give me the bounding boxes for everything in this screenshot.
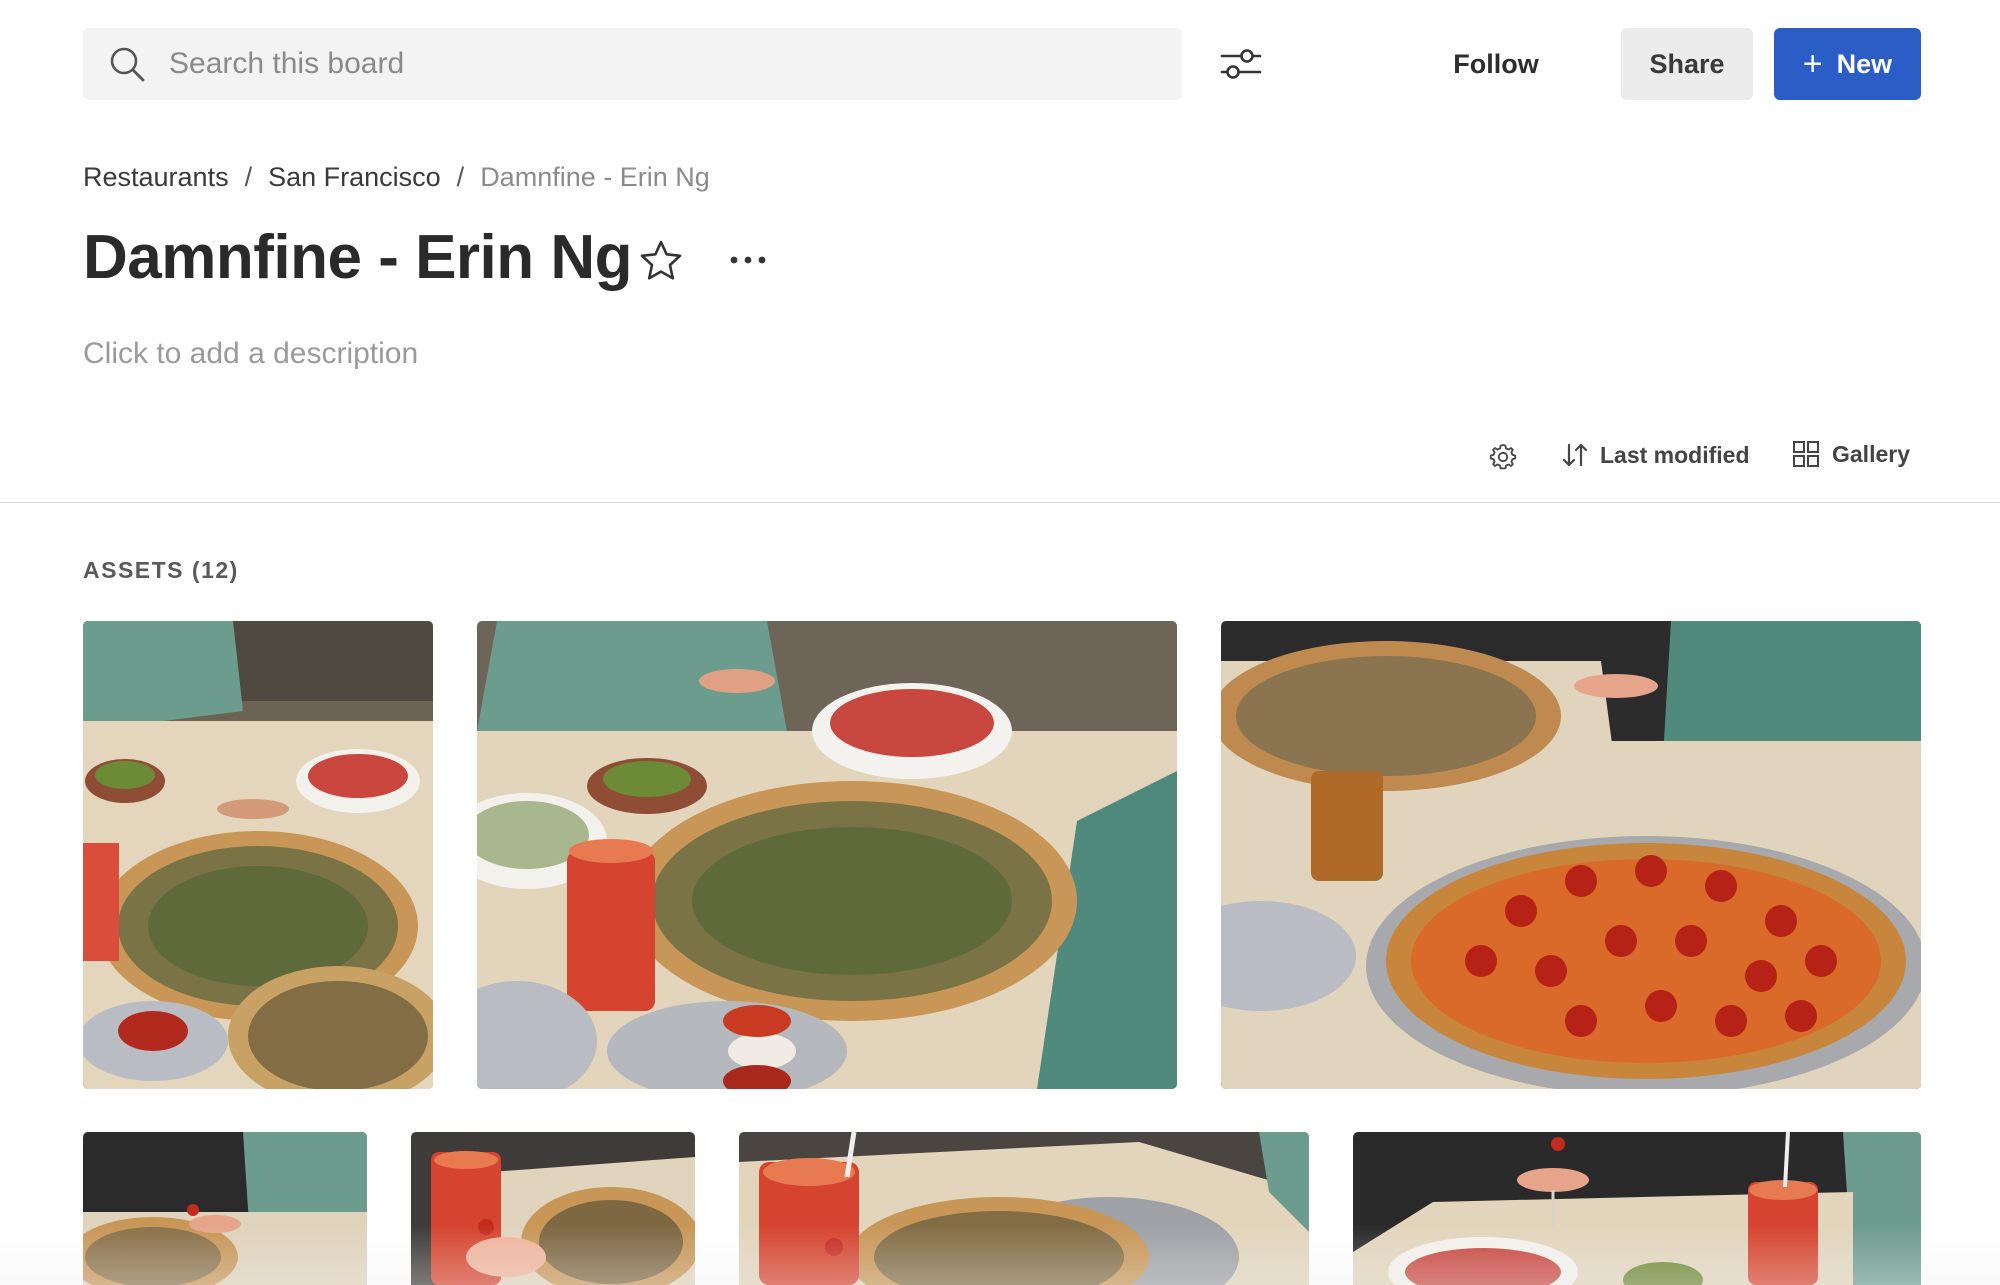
- more-dots-icon[interactable]: [726, 240, 770, 280]
- asset-thumbnail[interactable]: [477, 621, 1177, 1089]
- pepperoni-pizza-table-image: [1221, 621, 1921, 1089]
- pizza-cocktail-chair-image: [83, 1132, 367, 1285]
- share-button[interactable]: Share: [1621, 28, 1753, 100]
- breadcrumb-item-restaurants[interactable]: Restaurants: [83, 162, 229, 193]
- breadcrumb-current: Damnfine - Erin Ng: [480, 162, 710, 192]
- sort-arrows-icon: [1562, 443, 1588, 467]
- star-icon[interactable]: [638, 238, 684, 284]
- grid-icon: [1793, 441, 1819, 467]
- asset-thumbnail[interactable]: [83, 621, 433, 1089]
- gear-icon[interactable]: [1488, 442, 1518, 472]
- search-bar[interactable]: [83, 28, 1182, 100]
- breadcrumb-separator: /: [244, 162, 253, 192]
- view-label: Gallery: [1832, 440, 1910, 467]
- plus-icon: +: [1802, 45, 1823, 83]
- breadcrumb: Restaurants / San Francisco / Damnfine -…: [83, 162, 710, 193]
- page-title: Damnfine - Erin Ng: [83, 223, 633, 292]
- share-label: Share: [1649, 48, 1725, 79]
- assets-count-label: ASSETS (12): [83, 557, 239, 583]
- cocktails-pizza-image: [411, 1132, 695, 1285]
- asset-thumbnail[interactable]: [411, 1132, 695, 1285]
- filter-sliders-icon[interactable]: [1218, 44, 1264, 84]
- asset-thumbnail[interactable]: [1353, 1132, 1921, 1285]
- asset-thumbnail[interactable]: [83, 1132, 367, 1285]
- new-label: New: [1836, 48, 1893, 79]
- grapefruit-cocktail-pizza-image: [739, 1132, 1309, 1285]
- view-toggle-button[interactable]: Gallery: [1792, 440, 1910, 468]
- divider: [0, 502, 2000, 503]
- pizza-spread-wide-image: [477, 621, 1177, 1089]
- sort-label: Last modified: [1600, 441, 1750, 468]
- search-icon: [110, 47, 145, 82]
- pizza-spread-close-image: [83, 621, 433, 1089]
- follow-button[interactable]: Follow: [1430, 28, 1562, 100]
- breadcrumb-item-san-francisco[interactable]: San Francisco: [268, 162, 441, 193]
- breadcrumb-separator: /: [456, 162, 465, 192]
- follow-label: Follow: [1453, 48, 1539, 79]
- search-input[interactable]: [167, 46, 1151, 82]
- salad-cocktails-table-image: [1353, 1132, 1921, 1285]
- asset-thumbnail[interactable]: [739, 1132, 1309, 1285]
- description-placeholder[interactable]: Click to add a description: [83, 337, 418, 371]
- asset-thumbnail[interactable]: [1221, 621, 1921, 1089]
- sort-button[interactable]: Last modified: [1560, 440, 1750, 470]
- new-button[interactable]: + New: [1774, 28, 1921, 100]
